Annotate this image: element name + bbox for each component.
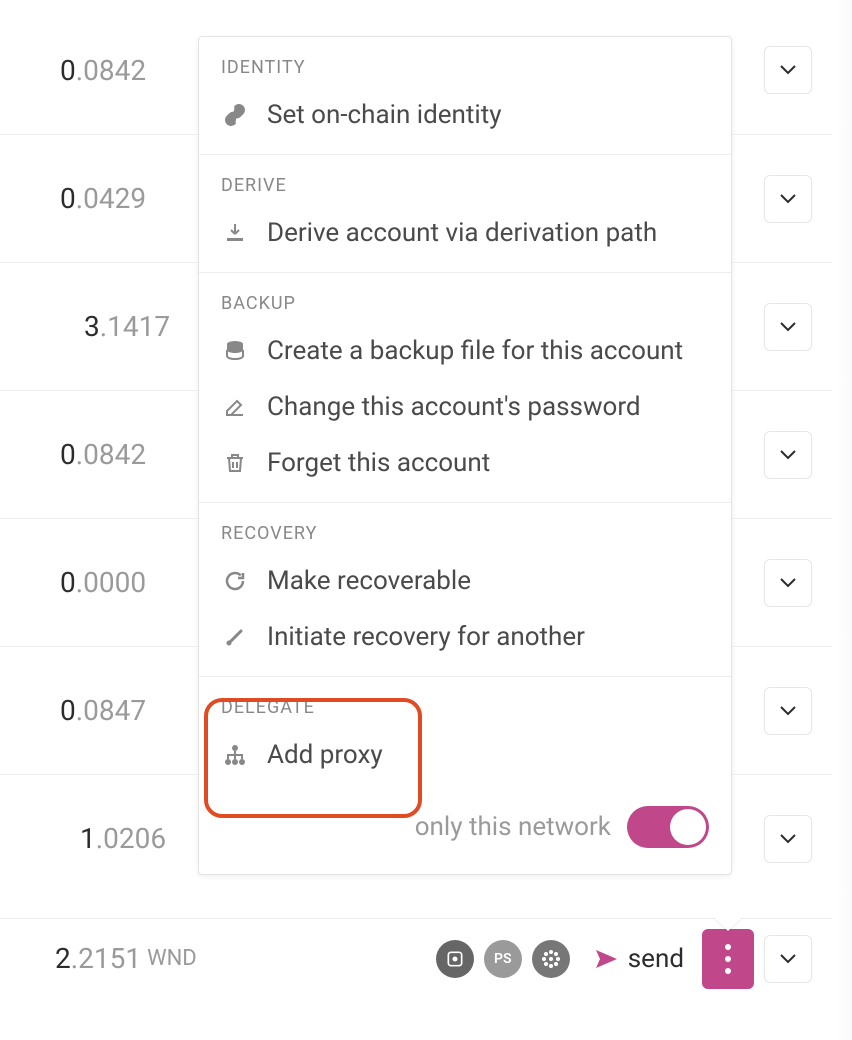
menu-item-label: Initiate recovery for another [267, 622, 585, 652]
download-icon [221, 221, 249, 245]
balance-value: 0.0847 [0, 694, 146, 727]
wand-icon [221, 625, 249, 649]
edit-icon [221, 395, 249, 419]
expand-button[interactable] [764, 431, 812, 479]
expand-button[interactable] [764, 815, 812, 863]
balance-unit: WND [147, 946, 197, 971]
menu-item-label: Make recoverable [267, 566, 471, 596]
totals-row: 2.2151 WND PS send [0, 918, 832, 998]
balance-value: 0.0842 [0, 438, 146, 471]
expand-button[interactable] [764, 303, 812, 351]
send-button[interactable]: send [594, 944, 684, 974]
expand-button[interactable] [764, 175, 812, 223]
sitemap-icon [221, 743, 249, 767]
balance-value: 3.1417 [0, 310, 170, 343]
expand-button[interactable] [764, 935, 812, 983]
menu-item-label: Add proxy [267, 740, 383, 770]
link-icon [221, 103, 249, 127]
menu-item-label: Derive account via derivation path [267, 218, 657, 248]
balance-value: 0.0429 [0, 182, 146, 215]
menu-section-header: DERIVE [199, 155, 731, 206]
menu-section-header: BACKUP [199, 273, 731, 324]
dot-icon [725, 944, 731, 950]
edge-shadow [834, 0, 852, 1040]
balance-value: 1.0206 [0, 822, 166, 855]
account-actions-menu: IDENTITY Set on-chain identity DERIVE De… [198, 36, 732, 875]
ps-badge-icon: PS [484, 940, 522, 978]
chevron-down-icon [780, 834, 796, 844]
menu-item-forget[interactable]: Forget this account [199, 436, 731, 492]
extension-badge-icon [436, 940, 474, 978]
balance-value: 0.0842 [0, 54, 146, 87]
balance-value: 0.0000 [0, 566, 146, 599]
chevron-down-icon [780, 578, 796, 588]
menu-item-set-identity[interactable]: Set on-chain identity [199, 88, 731, 144]
more-menu-button[interactable] [702, 929, 754, 989]
menu-item-backup[interactable]: Create a backup file for this account [199, 324, 731, 380]
menu-item-label: Change this account's password [267, 392, 641, 422]
chevron-down-icon [780, 450, 796, 460]
menu-item-make-recoverable[interactable]: Make recoverable [199, 554, 731, 610]
chevron-down-icon [780, 65, 796, 75]
dot-icon [725, 968, 731, 974]
send-icon [594, 947, 618, 971]
expand-button[interactable] [764, 46, 812, 94]
dot-icon [725, 956, 731, 962]
network-filter-label: only this network [415, 812, 611, 842]
menu-item-initiate-recovery[interactable]: Initiate recovery for another [199, 610, 731, 666]
menu-footer: only this network [199, 784, 731, 874]
database-icon [221, 339, 249, 363]
network-filter-toggle[interactable] [627, 806, 709, 848]
menu-item-change-password[interactable]: Change this account's password [199, 380, 731, 436]
menu-item-add-proxy[interactable]: Add proxy [199, 728, 731, 784]
trash-icon [221, 451, 249, 475]
send-label: send [628, 944, 684, 974]
chevron-down-icon [780, 954, 796, 964]
chevron-down-icon [780, 706, 796, 716]
menu-item-derive[interactable]: Derive account via derivation path [199, 206, 731, 262]
menu-item-label: Create a backup file for this account [267, 336, 683, 366]
totals-actions: PS send [436, 929, 812, 989]
expand-button[interactable] [764, 687, 812, 735]
menu-section-header: DELEGATE [199, 677, 731, 728]
refresh-icon [221, 569, 249, 593]
menu-item-label: Forget this account [267, 448, 490, 478]
menu-item-label: Set on-chain identity [267, 100, 502, 130]
total-balance: 2.2151 [55, 942, 141, 975]
chevron-down-icon [780, 194, 796, 204]
chevron-down-icon [780, 322, 796, 332]
toggle-knob [670, 809, 706, 845]
page: 0.0842 0.0429 3.1417 0.0842 0.0000 0.084… [0, 0, 852, 1040]
expand-button[interactable] [764, 559, 812, 607]
app-badge-icon [532, 940, 570, 978]
menu-section-header: IDENTITY [199, 37, 731, 88]
menu-section-header: RECOVERY [199, 503, 731, 554]
